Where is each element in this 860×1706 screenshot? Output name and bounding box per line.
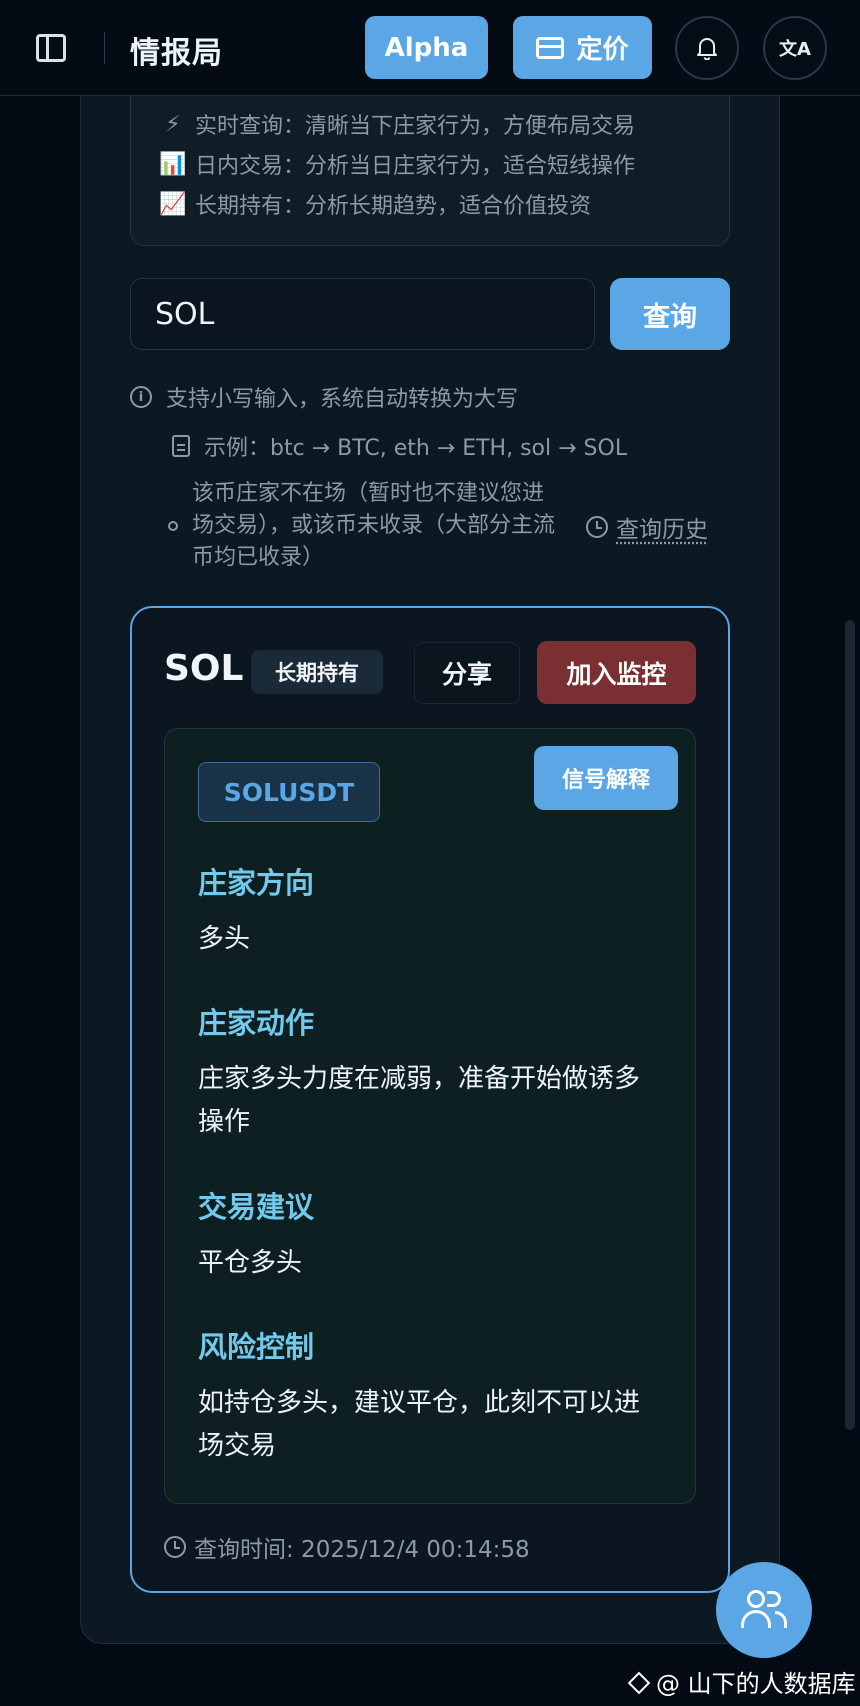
share-button[interactable]: 分享	[414, 642, 520, 704]
sidebar-toggle-icon[interactable]	[36, 34, 66, 62]
coin-symbol: SOL	[164, 648, 244, 689]
page-scrollbar[interactable]	[845, 620, 855, 1430]
users-icon	[741, 1590, 787, 1630]
query-history-label: 查询历史	[616, 517, 708, 543]
query-time: 查询时间: 2025/12/4 00:14:58	[164, 1530, 530, 1564]
pricing-button[interactable]: 定价	[513, 16, 652, 79]
document-icon	[172, 435, 190, 457]
trend-up-icon: 📈	[159, 191, 187, 217]
section-body-risk: 如持仓多头，建议平仓，此刻不可以进场交易	[198, 1388, 641, 1461]
watermark-logo-icon	[626, 1670, 650, 1694]
section-title-direction: 庄家方向	[198, 866, 315, 900]
query-history-link[interactable]: 查询历史	[586, 510, 708, 544]
section-title-advice: 交易建议	[198, 1190, 315, 1224]
language-button[interactable]: 文A	[763, 16, 827, 80]
symbol-search-input[interactable]	[130, 278, 595, 350]
example-hint: 示例：btc → BTC, eth → ETH, sol → SOL	[172, 430, 627, 462]
signal-explain-button[interactable]: 信号解释	[534, 746, 678, 810]
lightning-icon: ⚡	[165, 111, 181, 137]
top-bar: 情报局 Alpha 定价 文A	[0, 0, 860, 96]
clock-icon	[164, 1536, 186, 1558]
section-title-action: 庄家动作	[198, 1006, 315, 1040]
community-fab-button[interactable]	[716, 1562, 812, 1658]
bar-chart-icon: 📊	[159, 151, 187, 177]
dot-icon	[168, 521, 178, 531]
mode-item-intraday: 📊 日内交易：分析当日庄家行为，适合短线操作	[159, 144, 729, 184]
add-monitor-button[interactable]: 加入监控	[537, 641, 696, 704]
example-hint-text: 示例：btc → BTC, eth → ETH, sol → SOL	[204, 436, 628, 461]
translate-icon: 文A	[779, 39, 811, 60]
query-time-text: 查询时间: 2025/12/4 00:14:58	[194, 1537, 530, 1563]
mode-text: 日内交易：分析当日庄家行为，适合短线操作	[195, 154, 636, 179]
mode-item-realtime: ⚡ 实时查询：清晰当下庄家行为，方便布局交易	[159, 104, 729, 144]
notifications-button[interactable]	[675, 16, 739, 80]
query-modes-box: ⚡ 实时查询：清晰当下庄家行为，方便布局交易 📊 日内交易：分析当日庄家行为，适…	[130, 96, 730, 246]
query-button[interactable]: 查询	[610, 278, 730, 350]
info-icon: i	[130, 386, 152, 408]
term-badge: 长期持有	[251, 650, 383, 694]
pricing-button-label: 定价	[576, 35, 629, 65]
header-divider	[104, 32, 105, 64]
bell-icon	[697, 38, 717, 60]
section-body-action: 庄家多头力度在减弱，准备开始做诱多操作	[198, 1064, 641, 1137]
mode-text: 长期持有：分析长期趋势，适合价值投资	[195, 194, 592, 219]
trading-pair-badge: SOLUSDT	[198, 762, 380, 822]
not-present-hint: 该币庄家不在场（暂时也不建议您进场交易），或该币未收录（大部分主流币均已收录）	[168, 478, 568, 574]
alpha-button[interactable]: Alpha	[365, 16, 488, 79]
clock-icon	[586, 516, 608, 538]
section-title-risk: 风险控制	[198, 1330, 315, 1364]
lowercase-hint-text: 支持小写输入，系统自动转换为大写	[166, 387, 519, 412]
watermark: @ 山下的人数据库	[626, 1664, 856, 1699]
not-present-hint-text: 该币庄家不在场（暂时也不建议您进场交易），或该币未收录（大部分主流币均已收录）	[192, 481, 556, 570]
section-body-advice: 平仓多头	[198, 1248, 303, 1278]
section-body-direction: 多头	[198, 924, 251, 954]
mode-text: 实时查询：清晰当下庄家行为，方便布局交易	[195, 114, 636, 139]
app-title: 情报局	[130, 36, 223, 71]
credit-card-icon	[536, 36, 565, 59]
mode-item-longterm: 📈 长期持有：分析长期趋势，适合价值投资	[159, 184, 729, 224]
lowercase-hint: i 支持小写输入，系统自动转换为大写	[130, 381, 518, 413]
watermark-text: @ 山下的人数据库	[656, 1670, 856, 1698]
